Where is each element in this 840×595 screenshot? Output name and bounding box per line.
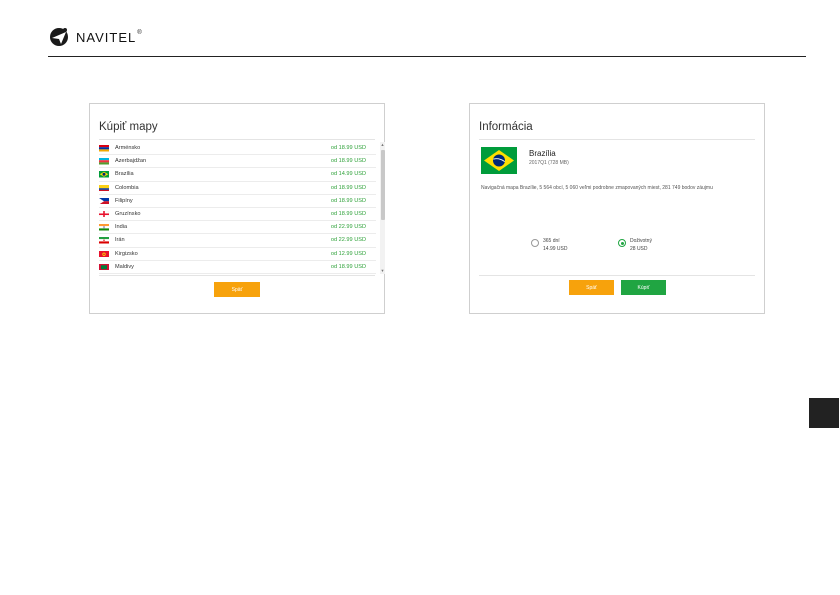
country-price: od 18.99 USD xyxy=(330,158,366,165)
country-price: od 12.99 USD xyxy=(330,250,366,257)
india-flag-icon xyxy=(99,224,109,231)
philippines-flag-icon xyxy=(99,197,109,205)
country-name: Maldivy xyxy=(115,263,134,270)
georgia-flag-icon xyxy=(99,210,109,218)
title-divider xyxy=(479,139,755,140)
country-price: od 18.99 USD xyxy=(330,145,366,152)
country-row[interactable]: Colombia od 18.99 USD xyxy=(99,182,376,195)
country-row[interactable]: Filipíny od 18.99 USD xyxy=(99,195,376,208)
option-label: Doživotný xyxy=(630,238,652,244)
country-row[interactable]: Kirgizsko od 12.99 USD xyxy=(99,248,376,261)
info-panel: Informácia Brazília 2017Q1 (728 MB) Navi… xyxy=(469,103,765,314)
armenia-flag-icon xyxy=(99,145,109,152)
info-title: Informácia xyxy=(479,121,533,133)
country-price: od 22.99 USD xyxy=(330,224,366,231)
country-name: India xyxy=(115,224,128,231)
map-description: Navigačná mapa Brazílie, 5 564 obcí, 5 0… xyxy=(481,185,713,191)
scroll-down-icon[interactable]: ▼ xyxy=(380,268,385,274)
country-name: Arménsko xyxy=(115,145,141,152)
country-row[interactable]: Gruzínsko od 18.99 USD xyxy=(99,208,376,222)
option-label: 365 dní xyxy=(543,238,560,244)
brazil-flag-icon xyxy=(99,171,109,178)
maldives-flag-icon xyxy=(99,263,109,271)
country-list-scrollbar[interactable]: ▲ ▼ xyxy=(380,142,385,274)
radio-button-selected[interactable] xyxy=(618,239,626,247)
footer-divider xyxy=(479,275,755,276)
navitel-emblem-icon xyxy=(50,28,68,46)
kyrgyzstan-flag-icon xyxy=(99,250,109,257)
country-name: Brazília xyxy=(115,171,134,178)
brand-name: NAVITEL® xyxy=(76,29,143,45)
navitel-logo: NAVITEL® xyxy=(48,24,143,50)
buy-maps-panel: Kúpiť mapy Arménsko od 18.99 USD Azerbaj… xyxy=(89,103,385,314)
country-row[interactable]: Irán od 22.99 USD xyxy=(99,234,376,248)
back-button[interactable]: Späť xyxy=(214,282,260,297)
country-name: Kirgizsko xyxy=(115,250,138,257)
scrollbar-thumb[interactable] xyxy=(380,150,385,220)
header-divider xyxy=(48,56,806,57)
country-name: Gruzínsko xyxy=(115,211,141,218)
country-name: Colombia xyxy=(115,184,139,191)
country-list: Arménsko od 18.99 USD Azerbajdžan od 18.… xyxy=(99,142,376,274)
radio-button[interactable] xyxy=(531,239,539,247)
brazil-flag-icon xyxy=(481,147,517,174)
buy-button[interactable]: Kúpiť xyxy=(621,280,666,295)
iran-flag-icon xyxy=(99,237,109,244)
country-name: Irán xyxy=(115,237,125,244)
country-price: od 22.99 USD xyxy=(330,237,366,244)
country-row[interactable]: Maldivy od 18.99 USD xyxy=(99,261,376,274)
country-price: od 18.99 USD xyxy=(330,184,366,191)
colombia-flag-icon xyxy=(99,184,109,192)
country-row[interactable]: Azerbajdžan od 18.99 USD xyxy=(99,155,376,169)
country-row[interactable]: Arménsko od 18.99 USD xyxy=(99,142,376,156)
option-price: 14.99 USD xyxy=(543,246,568,252)
back-button[interactable]: Späť xyxy=(569,280,614,295)
country-price: od 14.99 USD xyxy=(330,171,366,178)
country-name: Azerbajdžan xyxy=(115,158,147,165)
page-thumb-tab xyxy=(809,398,839,428)
buy-maps-title: Kúpiť mapy xyxy=(99,121,158,133)
option-price: 28 USD xyxy=(630,246,648,252)
country-name: Filipíny xyxy=(115,197,133,204)
country-row[interactable]: India od 22.99 USD xyxy=(99,221,376,235)
map-version-size: 2017Q1 (728 MB) xyxy=(529,160,569,166)
country-price: od 18.99 USD xyxy=(330,263,366,270)
country-price: od 18.99 USD xyxy=(330,211,366,218)
country-price: od 18.99 USD xyxy=(330,197,366,204)
map-name: Brazília xyxy=(529,149,556,158)
country-row[interactable]: Brazília od 14.99 USD xyxy=(99,168,376,182)
azerbaijan-flag-icon xyxy=(99,158,109,165)
footer-divider xyxy=(99,275,375,276)
title-divider xyxy=(99,139,375,140)
scroll-up-icon[interactable]: ▲ xyxy=(380,142,385,148)
